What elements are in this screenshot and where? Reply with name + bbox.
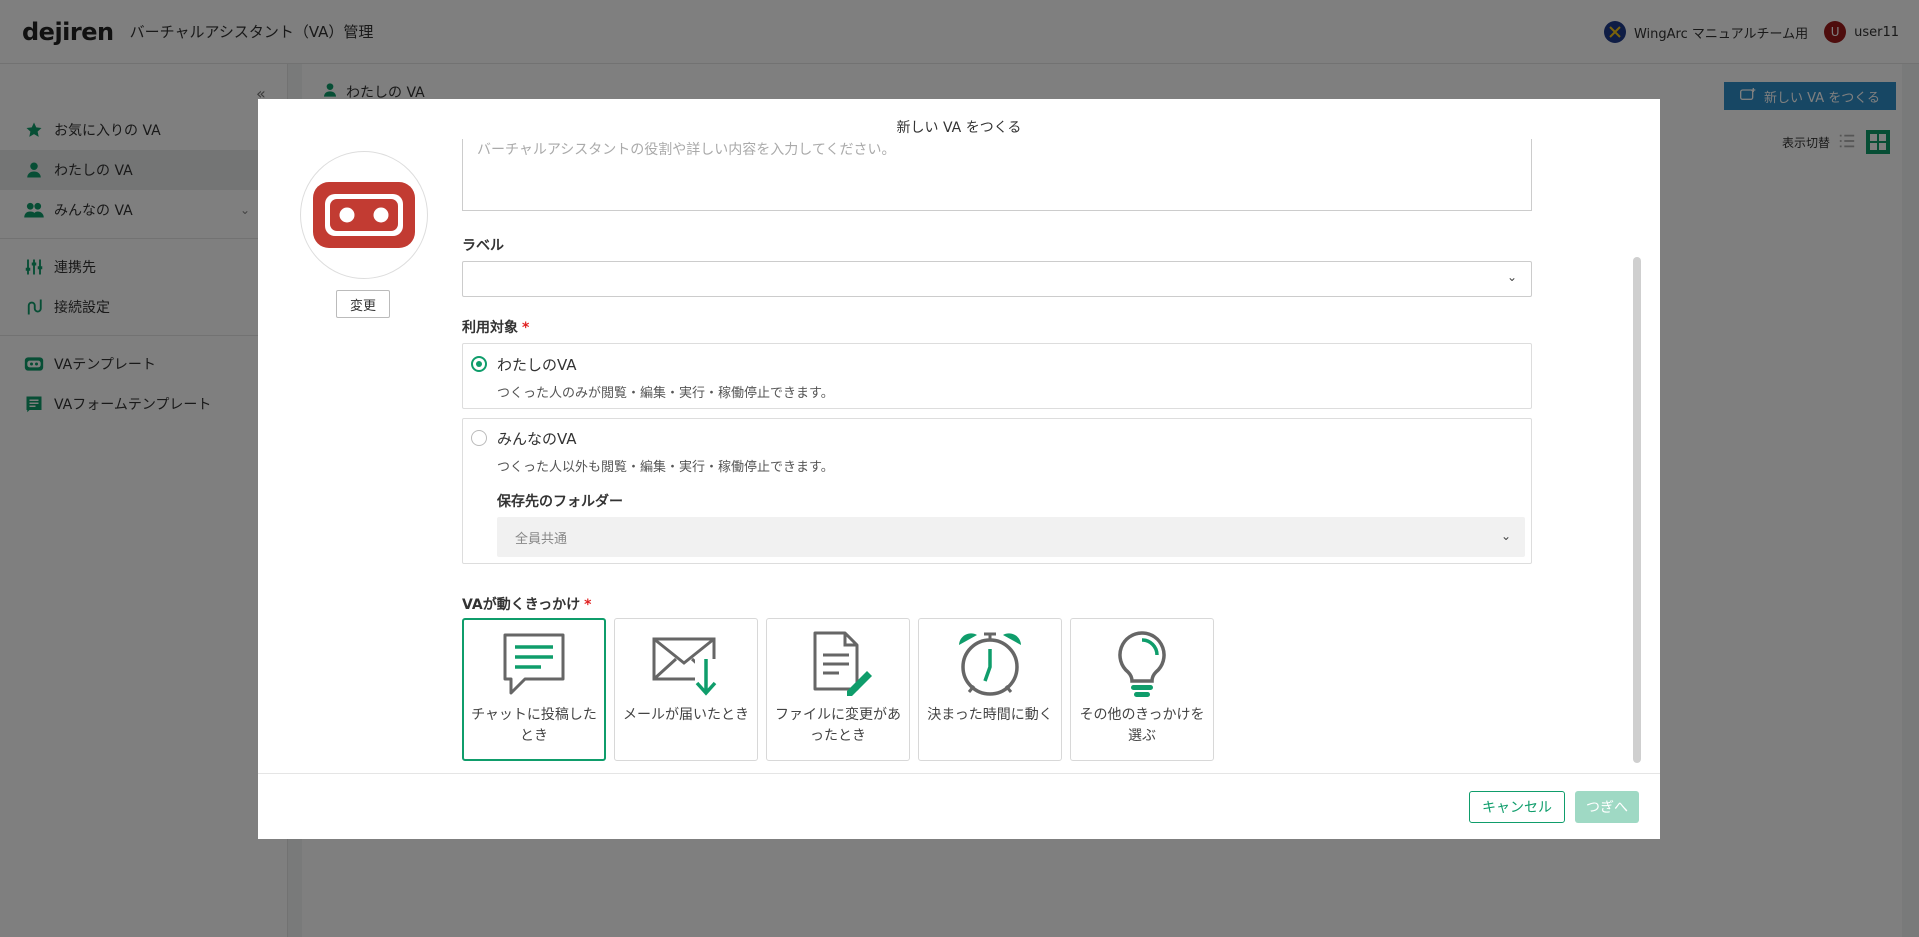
option-description: つくった人以外も閲覧・編集・実行・稼働停止できます。 bbox=[497, 460, 834, 475]
file-edit-icon bbox=[813, 631, 872, 696]
option-title: わたしのVA bbox=[497, 356, 577, 374]
radio-button[interactable] bbox=[471, 356, 487, 372]
folder-select-value: 全員共通 bbox=[515, 531, 568, 547]
folder-field-title: 保存先のフォルダー bbox=[497, 494, 623, 510]
chat-icon bbox=[503, 633, 565, 695]
trigger-card-chat[interactable]: チャットに投稿したとき bbox=[462, 618, 606, 761]
radio-option-everyone-va[interactable]: みんなのVA つくった人以外も閲覧・編集・実行・稼働停止できます。 保存先のフォ… bbox=[462, 418, 1532, 564]
label-field-title: ラベル bbox=[462, 238, 504, 254]
trigger-card-file[interactable]: ファイルに変更があったとき bbox=[766, 618, 910, 761]
folder-select[interactable]: 全員共通 ⌄ bbox=[497, 517, 1525, 557]
description-placeholder: バーチャルアシスタントの役割や詳しい内容を入力してください。 bbox=[477, 142, 896, 158]
cancel-button[interactable]: キャンセル bbox=[1469, 791, 1565, 823]
change-avatar-button[interactable]: 変更 bbox=[336, 290, 390, 318]
trigger-card-schedule[interactable]: 決まった時間に動く bbox=[918, 618, 1062, 761]
trigger-options: チャットに投稿したとき メールが届いたとき ファイルに変更があったとき 決まった… bbox=[462, 618, 1214, 761]
trigger-label: チャットに投稿したとき bbox=[471, 707, 597, 744]
va-robot-icon bbox=[313, 182, 415, 248]
mail-download-icon bbox=[652, 637, 717, 697]
modal-scrollbar[interactable] bbox=[1633, 257, 1641, 763]
next-button[interactable]: つぎへ bbox=[1575, 791, 1639, 823]
radio-button[interactable] bbox=[471, 430, 487, 446]
chevron-down-icon: ⌄ bbox=[1506, 270, 1517, 284]
target-field-title: 利用対象 * bbox=[462, 320, 530, 336]
option-description: つくった人のみが閲覧・編集・実行・稼働停止できます。 bbox=[497, 386, 834, 401]
description-textarea[interactable]: バーチャルアシスタントの役割や詳しい内容を入力してください。 bbox=[462, 139, 1532, 211]
modal-footer: キャンセル つぎへ bbox=[258, 773, 1660, 839]
modal-title: 新しい VA をつくる bbox=[896, 120, 1022, 136]
trigger-field-title: VAが動くきっかけ * bbox=[462, 597, 592, 613]
trigger-label: 決まった時間に動く bbox=[927, 707, 1053, 723]
va-avatar bbox=[300, 151, 428, 279]
option-title: みんなのVA bbox=[497, 430, 577, 448]
trigger-panel: VAが動くきっかけ * チャットに投稿したとき メールが届いたとき ファイルに変… bbox=[458, 591, 1220, 767]
label-select[interactable]: ⌄ bbox=[462, 261, 1532, 297]
alarm-clock-icon bbox=[959, 632, 1021, 696]
trigger-label: その他のきっかけを選ぶ bbox=[1079, 707, 1205, 744]
trigger-card-mail[interactable]: メールが届いたとき bbox=[614, 618, 758, 761]
chevron-down-icon: ⌄ bbox=[1500, 529, 1511, 543]
trigger-label: ファイルに変更があったとき bbox=[775, 707, 901, 744]
lightbulb-icon bbox=[1118, 631, 1166, 697]
radio-option-my-va[interactable]: わたしのVA つくった人のみが閲覧・編集・実行・稼働停止できます。 bbox=[462, 343, 1532, 409]
trigger-label: メールが届いたとき bbox=[623, 707, 749, 723]
trigger-card-other[interactable]: その他のきっかけを選ぶ bbox=[1070, 618, 1214, 761]
